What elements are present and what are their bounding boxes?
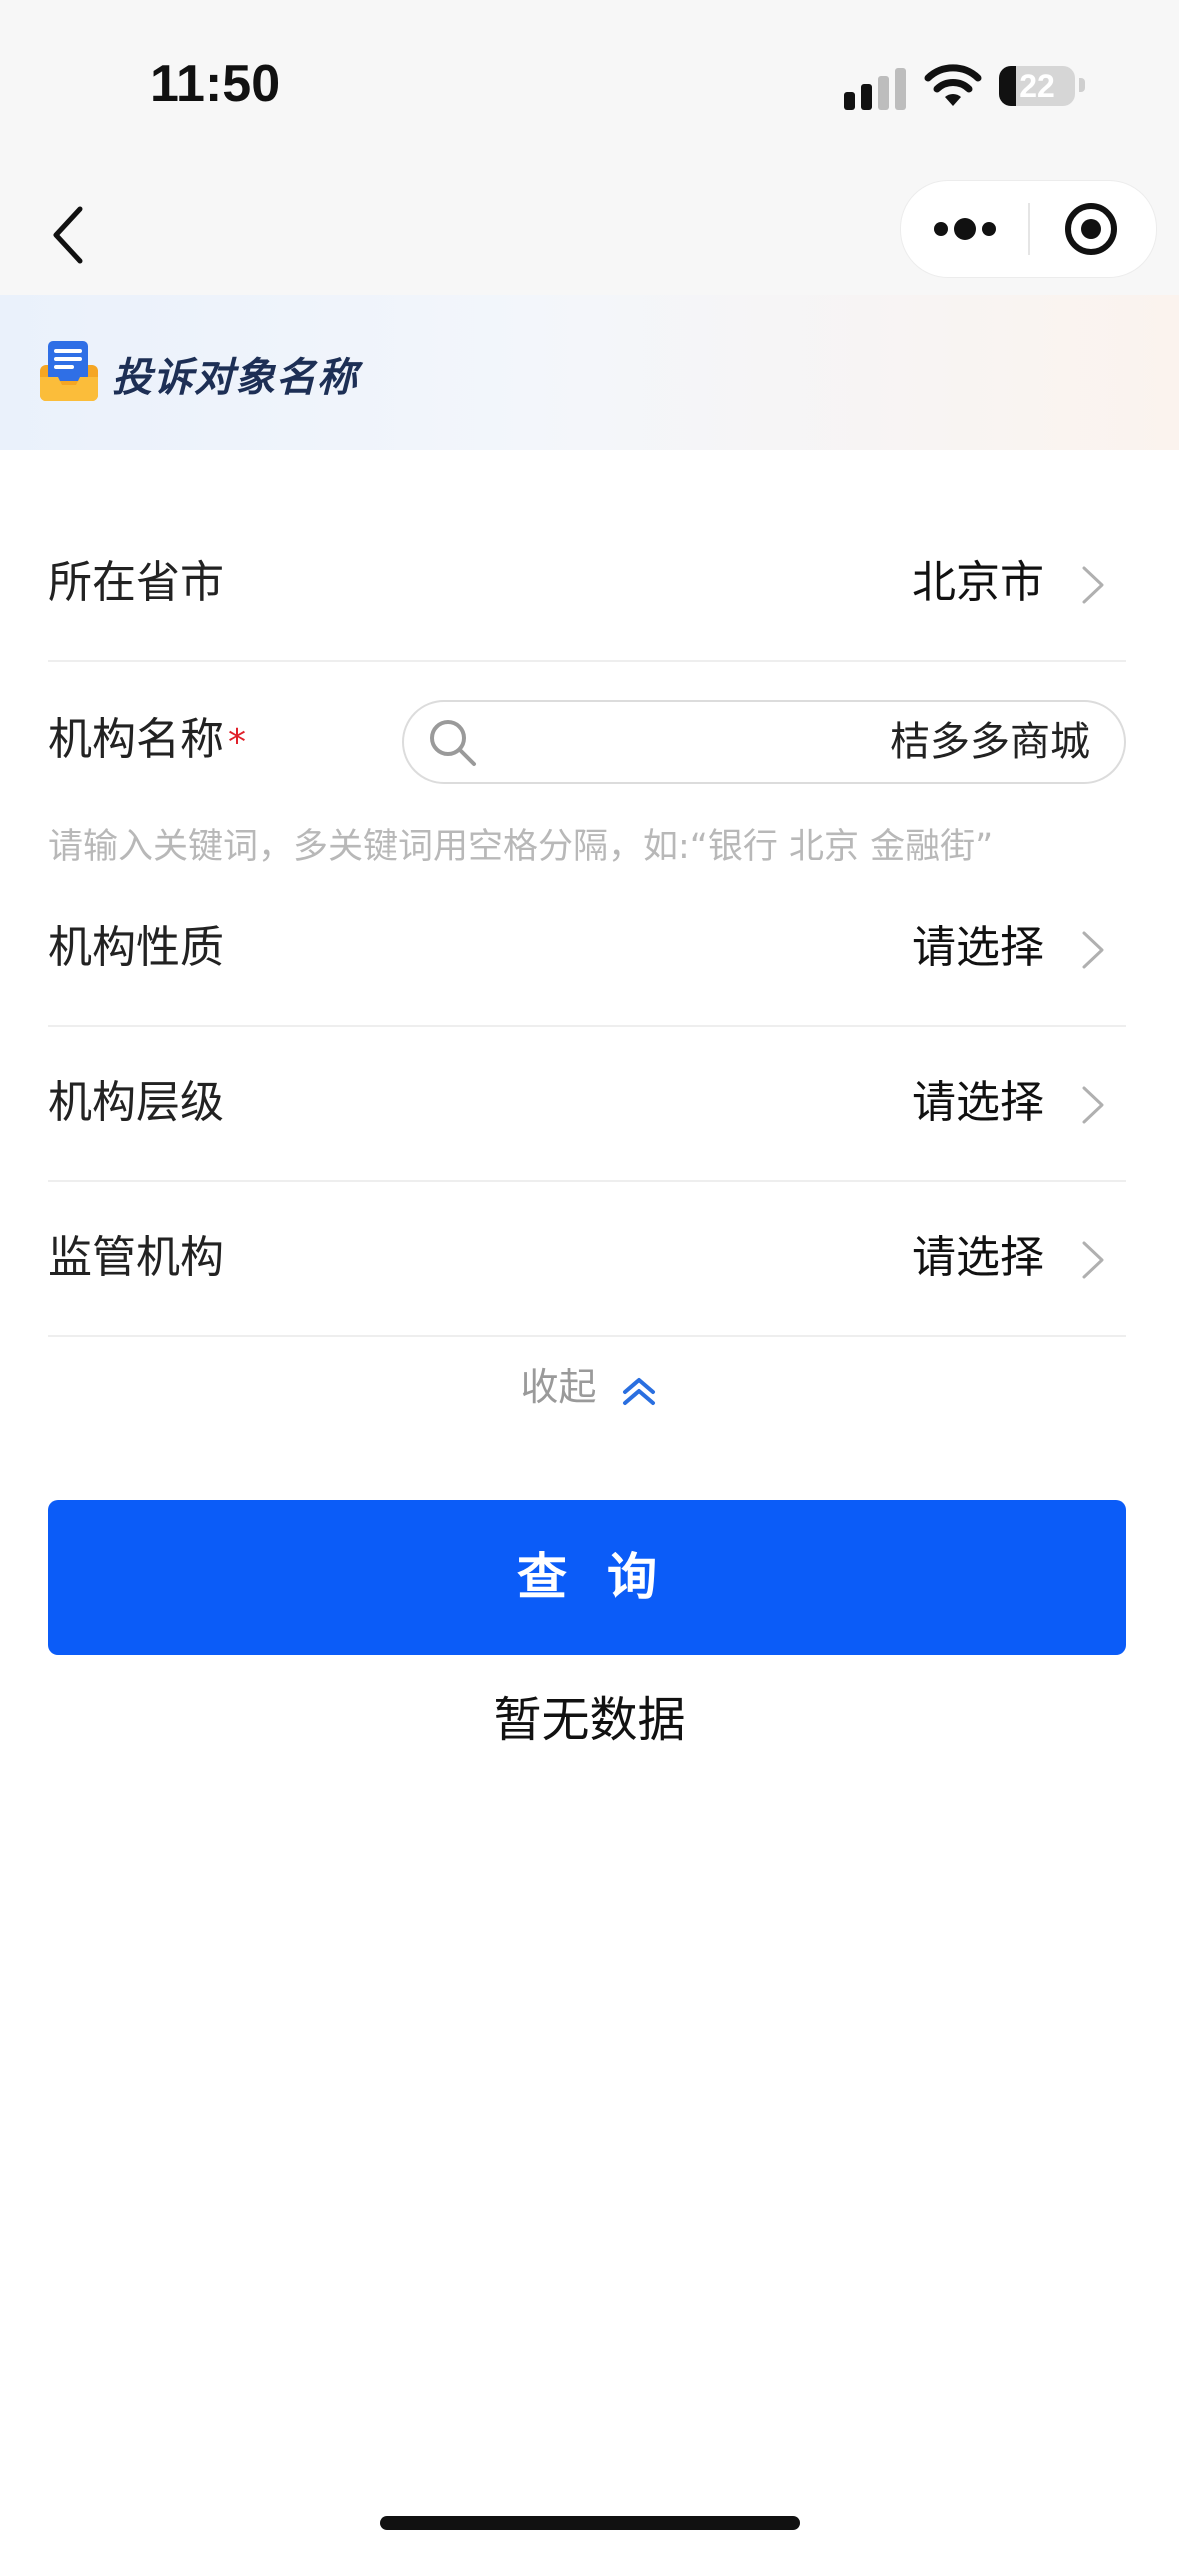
institution-search-input[interactable]: 桔多多商城	[402, 700, 1126, 784]
institution-level-value: 请选择	[912, 1077, 1044, 1128]
regulator-value: 请选择	[912, 1232, 1044, 1283]
collapse-toggle[interactable]: 收起	[0, 1352, 1179, 1422]
home-indicator[interactable]	[380, 2516, 800, 2530]
target-circle-icon	[1065, 203, 1117, 255]
status-time: 11:50	[150, 55, 281, 113]
regulator-row[interactable]: 监管机构 请选择	[48, 1180, 1126, 1337]
back-button[interactable]	[40, 195, 100, 275]
battery-icon: 22	[999, 66, 1075, 106]
collapse-label: 收起	[520, 1365, 597, 1409]
battery-level: 22	[1019, 68, 1055, 104]
wifi-icon	[924, 64, 982, 106]
regulator-label: 监管机构	[48, 1232, 224, 1283]
banner-title: 投诉对象名称	[112, 354, 358, 401]
institution-name-label: 机构名称 *	[48, 680, 246, 803]
chevron-left-icon	[53, 206, 83, 264]
signal-icon	[844, 68, 906, 110]
institution-nature-row[interactable]: 机构性质 请选择	[48, 870, 1126, 1027]
query-button[interactable]: 查询	[48, 1500, 1126, 1655]
nav-bar	[0, 170, 1179, 295]
status-bar: 11:50 22	[0, 0, 1179, 170]
institution-search-value: 桔多多商城	[890, 719, 1090, 765]
chevron-right-icon	[1082, 1086, 1104, 1124]
institution-name-row: 机构名称 * 桔多多商城	[48, 680, 1126, 800]
empty-state-text: 暂无数据	[493, 1692, 686, 1748]
institution-nature-value: 请选择	[912, 922, 1044, 973]
search-hint: 请输入关键词，多关键词用空格分隔，如:“银行 北京 金融街”	[48, 827, 994, 867]
chevron-right-icon	[1082, 1241, 1104, 1279]
mini-program-capsule	[900, 180, 1157, 278]
province-city-value: 北京市	[912, 557, 1044, 608]
institution-nature-label: 机构性质	[48, 922, 224, 973]
province-city-row[interactable]: 所在省市 北京市	[48, 505, 1126, 662]
section-banner: 投诉对象名称	[0, 295, 1179, 450]
institution-name-label-text: 机构名称	[48, 714, 224, 765]
search-icon	[430, 720, 476, 766]
institution-level-row[interactable]: 机构层级 请选择	[48, 1025, 1126, 1182]
document-tray-icon	[40, 341, 98, 401]
required-mark: *	[228, 722, 246, 763]
battery-tip	[1079, 78, 1085, 92]
more-button[interactable]	[901, 181, 1028, 277]
chevron-right-icon	[1082, 566, 1104, 604]
institution-level-label: 机构层级	[48, 1077, 224, 1128]
close-button[interactable]	[1029, 181, 1156, 277]
double-chevron-up-icon	[622, 1377, 655, 1405]
chevron-right-icon	[1082, 931, 1104, 969]
more-dots-icon	[934, 218, 996, 240]
province-city-label: 所在省市	[48, 557, 224, 608]
